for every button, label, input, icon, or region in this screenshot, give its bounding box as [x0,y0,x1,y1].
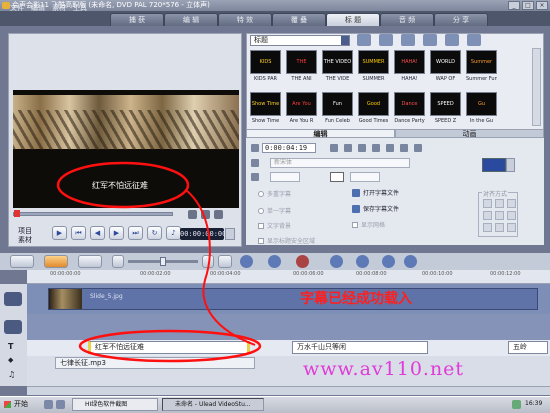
annotation-connector [185,189,256,346]
annotation-loaded-text: 字幕已经成功载入 [300,291,412,307]
annotation-ellipse-preview [56,161,190,209]
annotation-layer [56,161,262,363]
annotation-watermark: www.av110.net [303,358,465,380]
